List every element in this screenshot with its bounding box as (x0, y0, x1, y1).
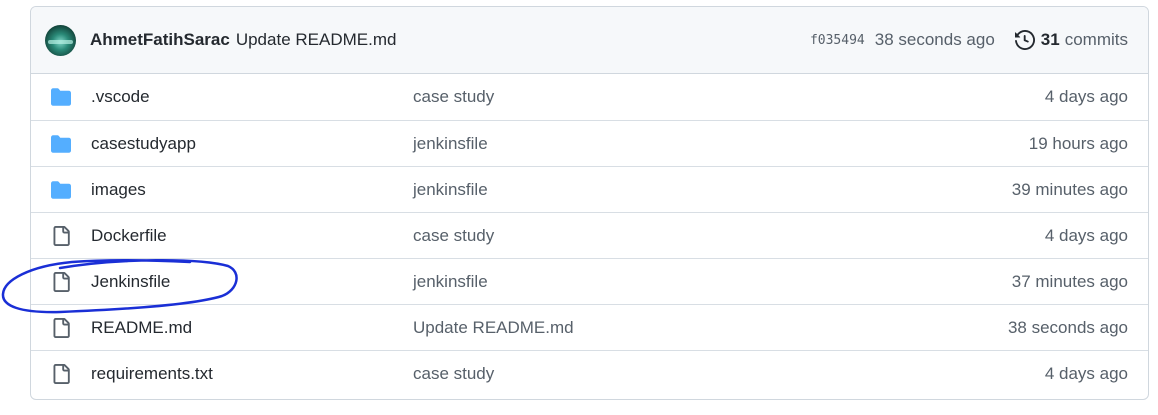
file-icon (49, 316, 73, 340)
latest-commit-bar: AhmetFatihSarac Update README.md f035494… (31, 7, 1148, 74)
commit-message-link[interactable]: Update README.md (236, 30, 397, 50)
folder-icon (49, 85, 73, 109)
commits-label: commits (1064, 30, 1128, 49)
file-last-modified: 19 hours ago (1028, 133, 1128, 153)
file-name-link[interactable]: Jenkinsfile (91, 272, 413, 292)
file-commit-message-link[interactable]: jenkinsfile (413, 134, 1029, 154)
file-list: .vscode case study 4 days ago casestudyapp j… (31, 74, 1148, 396)
file-icon (49, 362, 73, 386)
file-row[interactable]: Dockerfile case study 4 days ago (31, 212, 1148, 258)
author-avatar[interactable] (45, 24, 76, 56)
file-commit-message-link[interactable]: jenkinsfile (413, 272, 1012, 292)
file-row[interactable]: requirements.txt case study 4 days ago (31, 350, 1148, 396)
file-row[interactable]: casestudyapp jenkinsfile 19 hours ago (31, 120, 1148, 166)
file-name-link[interactable]: casestudyapp (91, 134, 413, 154)
commit-author-link[interactable]: AhmetFatihSarac (90, 30, 230, 50)
commits-count: 31 (1040, 30, 1060, 49)
file-name-link[interactable]: README.md (91, 318, 413, 338)
file-last-modified: 38 seconds ago (1007, 317, 1128, 337)
file-commit-message-link[interactable]: case study (413, 226, 1045, 246)
file-name-link[interactable]: .vscode (91, 87, 413, 107)
file-row[interactable]: README.md Update README.md 38 seconds ago (31, 304, 1148, 350)
folder-icon (49, 178, 73, 202)
file-last-modified: 4 days ago (1044, 363, 1128, 383)
commit-time: 38 seconds ago (874, 30, 995, 49)
file-commit-message-link[interactable]: case study (413, 87, 1045, 107)
history-icon (1014, 30, 1035, 50)
file-last-modified: 4 days ago (1044, 225, 1128, 245)
folder-icon (49, 132, 73, 156)
file-name-link[interactable]: images (91, 180, 413, 200)
file-last-modified: 4 days ago (1044, 87, 1128, 106)
file-commit-message-link[interactable]: case study (413, 364, 1045, 384)
file-commit-message-link[interactable]: jenkinsfile (413, 180, 1012, 200)
file-last-modified: 37 minutes ago (1011, 271, 1128, 291)
commit-sha-link[interactable]: f035494 (810, 33, 865, 48)
file-commit-message-link[interactable]: Update README.md (413, 318, 1008, 338)
file-row[interactable]: Jenkinsfile jenkinsfile 37 minutes ago (31, 258, 1148, 304)
file-name-link[interactable]: requirements.txt (91, 364, 413, 384)
file-icon (49, 270, 73, 294)
file-icon (49, 224, 73, 248)
file-row[interactable]: images jenkinsfile 39 minutes ago (31, 166, 1148, 212)
file-name-link[interactable]: Dockerfile (91, 226, 413, 246)
commits-history-link[interactable]: 31 commits (1014, 30, 1128, 50)
file-last-modified: 39 minutes ago (1011, 179, 1128, 199)
file-row[interactable]: .vscode case study 4 days ago (31, 74, 1148, 120)
file-browser: AhmetFatihSarac Update README.md f035494… (30, 6, 1149, 400)
